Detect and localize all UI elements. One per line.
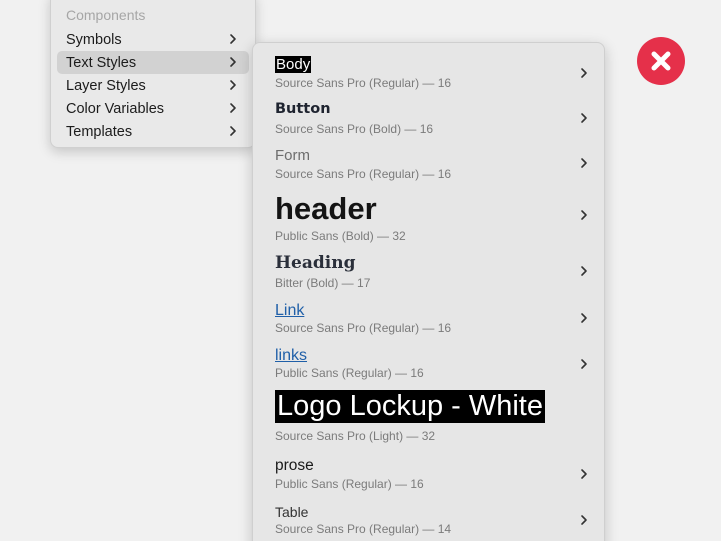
text-style-meta: Source Sans Pro (Regular) — 16 (275, 321, 452, 335)
text-style-link[interactable]: Link Source Sans Pro (Regular) — 16 (253, 300, 604, 340)
menu-item-templates[interactable]: Templates (57, 120, 249, 143)
text-style-name: Button (275, 101, 331, 117)
text-style-meta: Public Sans (Regular) — 16 (275, 477, 424, 491)
chevron-right-icon (230, 103, 236, 113)
chevron-right-icon (581, 469, 587, 479)
menu-item-symbols[interactable]: Symbols (57, 28, 249, 51)
chevron-right-icon (581, 210, 587, 220)
chevron-right-icon (230, 34, 236, 44)
text-style-logo-lockup-white[interactable]: Logo Lockup - White Source Sans Pro (Lig… (253, 387, 604, 445)
chevron-right-icon (581, 515, 587, 525)
chevron-right-icon (581, 313, 587, 323)
close-icon (651, 51, 671, 71)
text-style-button[interactable]: Button Source Sans Pro (Bold) — 16 (253, 99, 604, 139)
chevron-right-icon (581, 68, 587, 78)
text-style-meta: Source Sans Pro (Bold) — 16 (275, 122, 434, 136)
components-menu: Components Symbols Text Styles Layer Sty… (50, 0, 256, 148)
text-style-form[interactable]: Form Source Sans Pro (Regular) — 16 (253, 145, 604, 185)
text-style-name: prose (275, 457, 314, 474)
text-style-name: Link (275, 302, 305, 319)
text-style-meta: Source Sans Pro (Light) — 32 (275, 429, 436, 443)
chevron-right-icon (581, 158, 587, 168)
text-style-meta: Bitter (Bold) — 17 (275, 276, 371, 290)
text-style-name: Body (275, 56, 312, 73)
text-style-heading[interactable]: Heading Bitter (Bold) — 17 (253, 252, 604, 296)
chevron-right-icon (230, 126, 236, 136)
text-style-meta: Source Sans Pro (Regular) — 14 (275, 522, 452, 536)
text-styles-submenu: Body Source Sans Pro (Regular) — 16 Butt… (252, 42, 605, 541)
text-style-body[interactable]: Body Source Sans Pro (Regular) — 16 (253, 53, 604, 93)
text-style-meta: Public Sans (Bold) — 32 (275, 229, 406, 243)
text-style-name: header (275, 191, 377, 226)
menu-item-label: Text Styles (66, 54, 137, 71)
close-button[interactable] (637, 37, 685, 85)
chevron-right-icon (230, 80, 236, 90)
text-style-links[interactable]: links Public Sans (Regular) — 16 (253, 346, 604, 386)
text-style-meta: Source Sans Pro (Regular) — 16 (275, 76, 452, 90)
menu-item-layer-styles[interactable]: Layer Styles (57, 74, 249, 97)
chevron-right-icon (581, 359, 587, 369)
canvas: Components Symbols Text Styles Layer Sty… (0, 0, 721, 541)
text-style-name: Table (275, 504, 309, 520)
text-style-header[interactable]: header Public Sans (Bold) — 32 (253, 189, 604, 245)
chevron-right-icon (581, 266, 587, 276)
text-style-prose[interactable]: prose Public Sans (Regular) — 16 (253, 455, 604, 495)
menu-item-label: Symbols (66, 31, 122, 48)
menu-item-text-styles[interactable]: Text Styles (57, 51, 249, 74)
chevron-right-icon (230, 57, 236, 67)
text-style-name: links (275, 347, 308, 364)
menu-item-color-variables[interactable]: Color Variables (57, 97, 249, 120)
text-style-name: Heading (275, 253, 356, 273)
text-style-meta: Source Sans Pro (Regular) — 16 (275, 167, 452, 181)
menu-item-label: Templates (66, 123, 133, 140)
menu-header: Components (66, 7, 146, 23)
chevron-right-icon (581, 113, 587, 123)
menu-item-label: Color Variables (66, 100, 165, 117)
text-style-name: Form (275, 147, 310, 164)
menu-item-label: Layer Styles (66, 77, 146, 94)
text-style-meta: Public Sans (Regular) — 16 (275, 366, 424, 380)
text-style-table[interactable]: Table Source Sans Pro (Regular) — 14 (253, 502, 604, 541)
text-style-name: Logo Lockup - White (275, 390, 545, 423)
